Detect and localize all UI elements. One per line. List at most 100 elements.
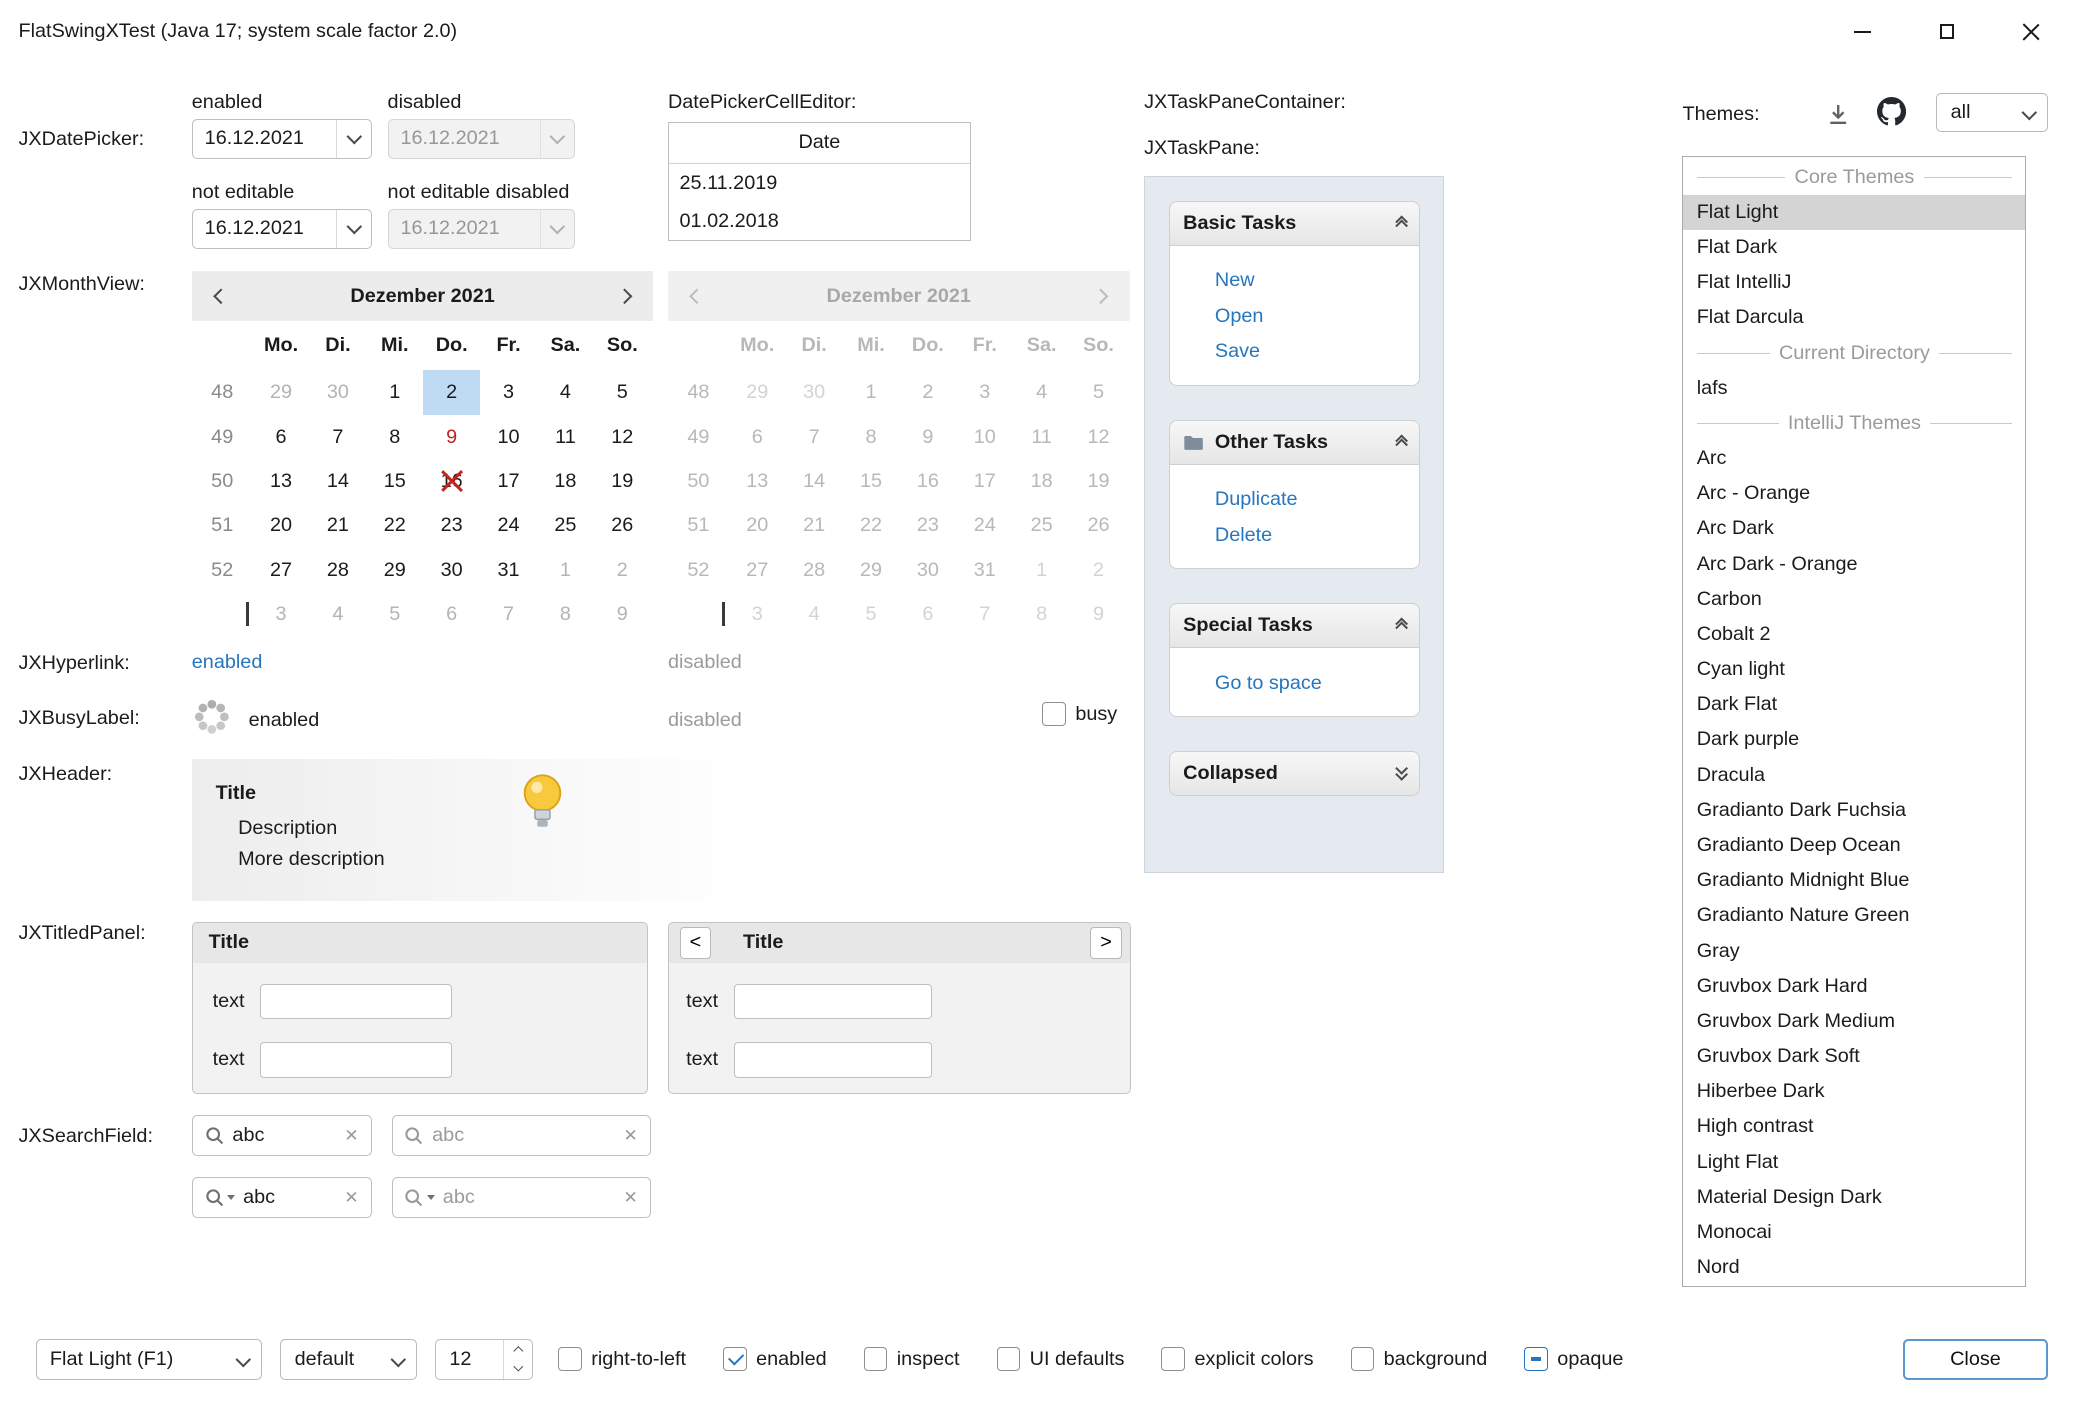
theme-list-item[interactable]: Arc Dark - Orange (1683, 547, 2025, 582)
day-cell[interactable]: 29 (253, 370, 310, 414)
themes-filter-combo[interactable]: all (1936, 93, 2047, 133)
checkbox-box[interactable] (864, 1347, 888, 1371)
theme-list-item[interactable]: Gruvbox Dark Soft (1683, 1039, 2025, 1074)
next-month-button[interactable] (612, 291, 636, 302)
checkbox-box[interactable] (1351, 1347, 1375, 1371)
day-cell[interactable]: 1 (366, 370, 423, 414)
clear-icon[interactable]: ✕ (623, 1125, 637, 1146)
theme-list-item[interactable]: lafs (1683, 371, 2025, 406)
checkbox-box[interactable] (1524, 1347, 1548, 1371)
table-row[interactable]: 01.02.2018 (669, 202, 970, 240)
theme-list-item[interactable]: Cobalt 2 (1683, 617, 2025, 652)
table-row[interactable]: 25.11.2019 (669, 164, 970, 202)
day-cell[interactable]: 21 (310, 503, 367, 547)
taskpane-header[interactable]: Special Tasks (1169, 603, 1420, 648)
taskpane-link[interactable]: New (1215, 263, 1419, 299)
theme-list-item[interactable]: Nord (1683, 1250, 2025, 1285)
font-size-spinner[interactable]: 12 (435, 1339, 533, 1380)
day-cell[interactable]: 30 (310, 370, 367, 414)
day-cell[interactable]: 3 (480, 370, 537, 414)
search-field-3[interactable]: ✕ (192, 1177, 372, 1218)
day-cell[interactable]: 24 (480, 503, 537, 547)
taskpane-link[interactable]: Duplicate (1215, 482, 1419, 518)
titledpanel-left-button[interactable]: < (680, 927, 712, 959)
day-cell[interactable]: 16 (423, 459, 480, 503)
theme-list-item[interactable]: Flat Darcula (1683, 300, 2025, 335)
checkbox-box[interactable] (558, 1347, 582, 1371)
day-cell[interactable]: 22 (366, 503, 423, 547)
day-cell[interactable]: 6 (253, 415, 310, 459)
table-column-header[interactable]: Date (669, 123, 970, 164)
day-cell[interactable]: 10 (480, 415, 537, 459)
theme-list-item[interactable]: Dracula (1683, 758, 2025, 793)
day-cell[interactable]: 5 (366, 592, 423, 636)
theme-list-item[interactable]: Gradianto Deep Ocean (1683, 828, 2025, 863)
day-cell[interactable]: 9 (423, 415, 480, 459)
clear-icon[interactable]: ✕ (623, 1187, 637, 1208)
close-dialog-button[interactable]: Close (1903, 1339, 2047, 1380)
laf-combo[interactable]: Flat Light (F1) (36, 1339, 262, 1380)
text-input[interactable] (734, 1042, 932, 1078)
day-cell[interactable]: 14 (310, 459, 367, 503)
day-cell[interactable]: 27 (253, 548, 310, 592)
theme-list-item[interactable]: Flat Light (1683, 195, 2025, 230)
day-cell[interactable]: 8 (537, 592, 594, 636)
checkbox-box[interactable] (997, 1347, 1021, 1371)
checkbox-explicit-colors[interactable]: explicit colors (1161, 1347, 1313, 1371)
theme-list-item[interactable]: Light Flat (1683, 1145, 2025, 1180)
prev-month-button[interactable] (209, 291, 233, 302)
search-field-4[interactable]: ✕ (392, 1177, 651, 1218)
checkbox-enabled[interactable]: enabled (723, 1347, 827, 1371)
clear-icon[interactable]: ✕ (344, 1187, 358, 1208)
text-input[interactable] (260, 984, 452, 1020)
chevron-down-icon[interactable] (336, 210, 370, 248)
day-cell[interactable]: 20 (253, 503, 310, 547)
theme-list-item[interactable]: Cyan light (1683, 652, 2025, 687)
expand-icon[interactable] (1397, 768, 1406, 780)
day-cell[interactable]: 11 (537, 415, 594, 459)
close-window-button[interactable] (1989, 0, 2074, 63)
minimize-button[interactable] (1820, 0, 1905, 63)
search-field-2[interactable]: ✕ (392, 1115, 651, 1156)
titledpanel-right-button[interactable]: > (1090, 927, 1122, 959)
search-dropdown-icon[interactable] (205, 1188, 235, 1208)
font-combo[interactable]: default (280, 1339, 416, 1380)
day-cell[interactable]: 9 (594, 592, 651, 636)
theme-list-item[interactable]: High contrast (1683, 1109, 2025, 1144)
checkbox-busy[interactable]: busy (1042, 702, 1117, 726)
checkbox-ui-defaults[interactable]: UI defaults (997, 1347, 1125, 1371)
day-cell[interactable]: 6 (423, 592, 480, 636)
day-cell[interactable]: 15 (366, 459, 423, 503)
clear-icon[interactable]: ✕ (344, 1125, 358, 1146)
day-cell[interactable]: 3 (253, 592, 310, 636)
text-input[interactable] (260, 1042, 452, 1078)
day-cell[interactable]: 29 (366, 548, 423, 592)
checkbox-box[interactable] (1161, 1347, 1185, 1371)
search-input[interactable] (432, 1124, 615, 1147)
theme-list-item[interactable]: Material Design Dark (1683, 1180, 2025, 1215)
theme-list-item[interactable]: Flat Dark (1683, 230, 2025, 265)
day-cell[interactable]: 2 (423, 370, 480, 414)
theme-list-item[interactable]: Arc Dark (1683, 511, 2025, 546)
maximize-button[interactable] (1905, 0, 1990, 63)
day-cell[interactable]: 28 (310, 548, 367, 592)
day-cell[interactable]: 23 (423, 503, 480, 547)
checkbox-background[interactable]: background (1351, 1347, 1488, 1371)
theme-list-item[interactable]: Arc - Orange (1683, 476, 2025, 511)
spinner-value[interactable]: 12 (436, 1340, 503, 1379)
search-input[interactable] (232, 1124, 336, 1147)
day-cell[interactable]: 4 (537, 370, 594, 414)
theme-list-item[interactable]: Gradianto Dark Fuchsia (1683, 793, 2025, 828)
day-cell[interactable]: 2 (594, 548, 651, 592)
checkbox-box[interactable] (1042, 702, 1066, 726)
theme-list-item[interactable]: Arc (1683, 441, 2025, 476)
taskpane-header[interactable]: Collapsed (1169, 751, 1420, 796)
checkbox-inspect[interactable]: inspect (864, 1347, 960, 1371)
day-cell[interactable]: 8 (366, 415, 423, 459)
day-cell[interactable]: 13 (253, 459, 310, 503)
taskpane-link[interactable]: Save (1215, 334, 1419, 370)
checkbox-box[interactable] (723, 1347, 747, 1371)
day-cell[interactable]: 7 (480, 592, 537, 636)
collapse-icon[interactable] (1397, 619, 1406, 632)
taskpane-link[interactable]: Go to space (1215, 666, 1419, 702)
